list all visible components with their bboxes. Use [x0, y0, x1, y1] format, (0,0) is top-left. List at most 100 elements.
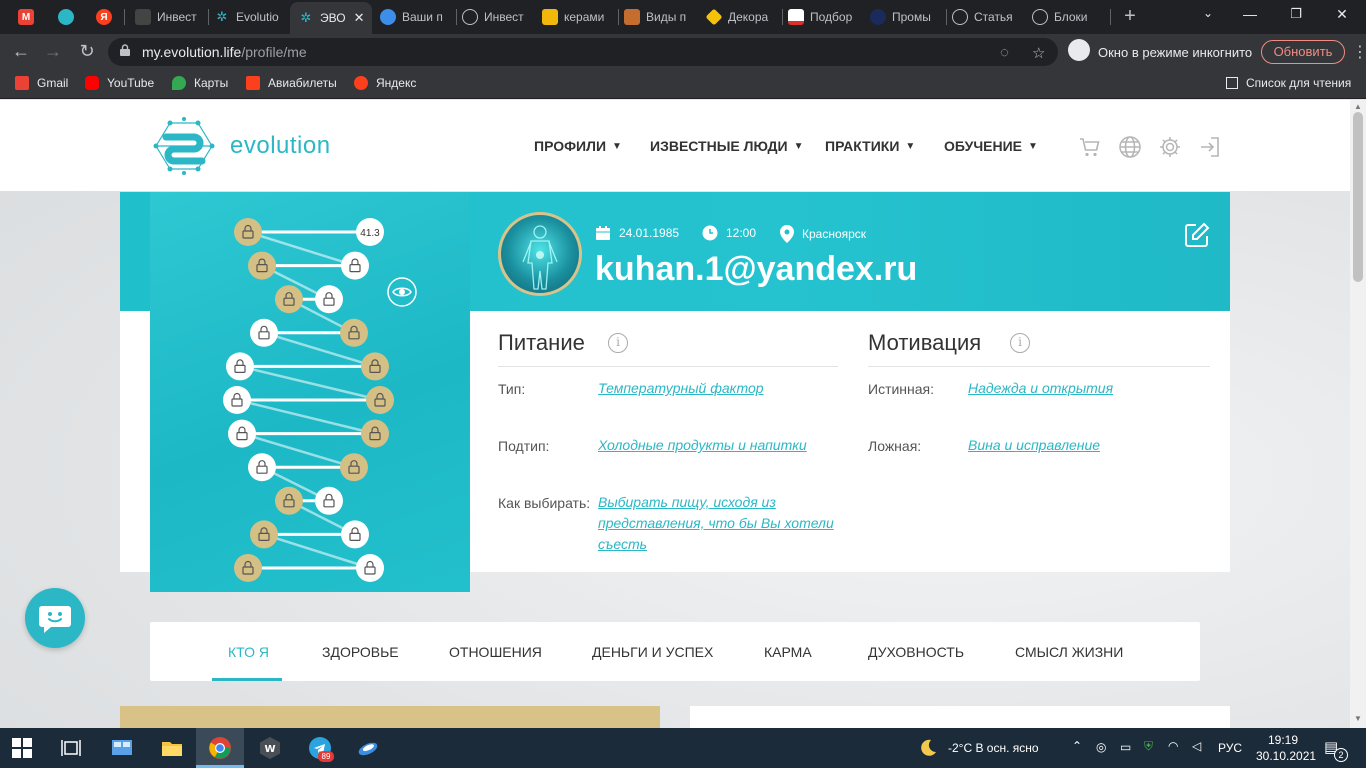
dna-lock-node[interactable]	[275, 285, 303, 314]
cloud-app-icon[interactable]	[356, 736, 380, 760]
chat-widget-button[interactable]	[25, 588, 85, 648]
minimize-icon[interactable]: —	[1240, 6, 1260, 22]
nutrition-how-link[interactable]: Выбирать пищу, исходя из представления, …	[598, 492, 838, 555]
scroll-down-icon[interactable]: ▼	[1354, 714, 1362, 723]
edit-icon[interactable]	[1184, 222, 1210, 248]
tab-karma[interactable]: КАРМА	[764, 644, 812, 660]
battery-icon[interactable]: ▭	[1120, 740, 1131, 754]
weather-text[interactable]: -2°C В осн. ясно	[948, 741, 1039, 755]
app-w-icon[interactable]: W	[258, 736, 282, 760]
nav-practices[interactable]: ПРАКТИКИ ▼	[825, 138, 915, 154]
restore-icon[interactable]: ❐	[1286, 6, 1306, 22]
close-tab-icon[interactable]: ✕	[354, 10, 365, 26]
forward-icon[interactable]: →	[42, 41, 64, 62]
nutrition-info-icon[interactable]: i	[608, 333, 628, 353]
bookmark-gmail[interactable]: Gmail	[15, 76, 68, 90]
dna-lock-node[interactable]	[223, 386, 251, 414]
tab-article[interactable]: Статья	[952, 4, 1022, 30]
wifi-icon[interactable]: ◠	[1168, 739, 1178, 753]
nav-famous-people[interactable]: ИЗВЕСТНЫЕ ЛЮДИ ▼	[650, 138, 804, 154]
reading-list-button[interactable]: Список для чтения	[1226, 76, 1351, 90]
scroll-up-icon[interactable]: ▲	[1354, 102, 1362, 111]
nutrition-subtype-link[interactable]: Холодные продукты и напитки	[598, 435, 807, 456]
scrollbar-thumb[interactable]	[1353, 112, 1363, 282]
dna-lock-node[interactable]	[250, 520, 278, 549]
dna-lock-node[interactable]	[234, 218, 262, 246]
dna-lock-node[interactable]	[341, 251, 369, 280]
bookmark-maps[interactable]: Карты	[172, 76, 228, 90]
volume-icon[interactable]: ◁	[1192, 739, 1201, 753]
tab-cloud[interactable]	[58, 4, 80, 30]
update-button[interactable]: Обновить	[1261, 40, 1345, 64]
tab-search-dropdown-icon[interactable]: ⌄	[1198, 6, 1218, 20]
tab-spirituality[interactable]: ДУХОВНОСТЬ	[868, 644, 964, 660]
dna-lock-node[interactable]	[356, 554, 384, 582]
menu-kebab-icon[interactable]: ⋮	[1352, 42, 1366, 62]
tab-industry[interactable]: Промы	[870, 4, 938, 30]
system-clock[interactable]: 19:19 30.10.2021	[1256, 732, 1316, 764]
tab-ceramics[interactable]: керами	[542, 4, 612, 30]
tab-meaning-of-life[interactable]: СМЫСЛ ЖИЗНИ	[1015, 644, 1123, 660]
logout-icon[interactable]	[1198, 135, 1222, 159]
file-explorer-icon[interactable]	[160, 736, 184, 760]
tab-evo-active[interactable]: ✲ ЭВО ✕	[290, 2, 372, 34]
cart-icon[interactable]	[1078, 135, 1102, 159]
tab-search[interactable]: Ваши п	[380, 4, 448, 30]
dna-lock-node[interactable]	[361, 352, 389, 381]
new-tab-icon[interactable]: +	[1120, 5, 1140, 28]
reload-icon[interactable]: ↻	[76, 41, 98, 62]
dna-lock-node[interactable]	[234, 554, 262, 582]
bookmark-yandex[interactable]: Яндекс	[354, 76, 416, 90]
nav-profiles[interactable]: ПРОФИЛИ ▼	[534, 138, 622, 154]
dna-lock-node[interactable]	[248, 251, 276, 280]
chrome-icon[interactable]	[208, 736, 232, 760]
dna-lock-node[interactable]	[366, 386, 394, 414]
address-bar[interactable]: my.evolution.life/profile/me ◌ ☆	[108, 38, 1058, 66]
tab-evolution[interactable]: ✲ Evolutio	[214, 4, 286, 30]
dna-lock-node[interactable]	[361, 419, 389, 448]
avatar[interactable]	[498, 212, 582, 296]
back-icon[interactable]: ←	[10, 41, 32, 62]
language-indicator[interactable]: РУС	[1218, 741, 1242, 755]
incognito-indicator[interactable]: Окно в режиме инкогнито	[1068, 39, 1252, 61]
close-window-icon[interactable]: ✕	[1332, 6, 1352, 23]
dna-lock-node[interactable]	[250, 318, 278, 347]
tab-yandex[interactable]: Я	[96, 4, 118, 30]
tab-decor[interactable]: Декора	[706, 4, 776, 30]
bookmark-flights[interactable]: Авиабилеты	[246, 76, 337, 90]
tab-selection[interactable]: Подбор	[788, 4, 858, 30]
nav-learning[interactable]: ОБУЧЕНИЕ ▼	[944, 138, 1038, 154]
tab-relationships[interactable]: ОТНОШЕНИЯ	[449, 644, 542, 660]
eye-icon[interactable]	[387, 277, 417, 307]
tab-blocks[interactable]: Блоки	[1032, 4, 1104, 30]
bookmark-star-icon[interactable]: ☆	[1032, 44, 1045, 62]
control-panel-icon[interactable]	[110, 736, 134, 760]
tab-money-success[interactable]: ДЕНЬГИ И УСПЕХ	[592, 644, 713, 660]
gear-icon[interactable]	[1158, 135, 1182, 159]
eye-off-icon[interactable]: ◌	[1000, 44, 1009, 61]
security-shield-icon[interactable]: ⛨	[1144, 739, 1153, 754]
tab-invest-1[interactable]: Инвест	[135, 4, 205, 30]
dna-lock-node[interactable]	[340, 318, 368, 347]
nutrition-type-link[interactable]: Температурный фактор	[598, 378, 764, 399]
dna-lock-node[interactable]	[248, 453, 276, 482]
tab-types[interactable]: Виды п	[624, 4, 692, 30]
bookmark-youtube[interactable]: YouTube	[85, 76, 154, 90]
page-scrollbar[interactable]: ▲ ▼	[1350, 100, 1366, 728]
dna-lock-node[interactable]	[226, 352, 254, 381]
tab-gmail[interactable]: M	[18, 4, 40, 30]
dna-lock-node[interactable]	[340, 453, 368, 482]
motivation-false-link[interactable]: Вина и исправление	[968, 435, 1100, 456]
tab-who-am-i[interactable]: КТО Я	[228, 644, 269, 660]
site-logo[interactable]: evolution	[150, 115, 331, 177]
tray-app-icon[interactable]: ◎	[1096, 740, 1106, 754]
tab-health[interactable]: ЗДОРОВЬЕ	[322, 644, 399, 660]
globe-icon[interactable]	[1118, 135, 1142, 159]
tray-chevron-up-icon[interactable]: ⌃	[1072, 739, 1082, 753]
dna-lock-node[interactable]	[228, 419, 256, 448]
dna-lock-node[interactable]	[341, 520, 369, 549]
motivation-true-link[interactable]: Надежда и открытия	[968, 378, 1113, 399]
tab-invest-2[interactable]: Инвест	[462, 4, 532, 30]
task-view-icon[interactable]	[60, 736, 84, 760]
dna-lock-node[interactable]	[315, 486, 343, 515]
